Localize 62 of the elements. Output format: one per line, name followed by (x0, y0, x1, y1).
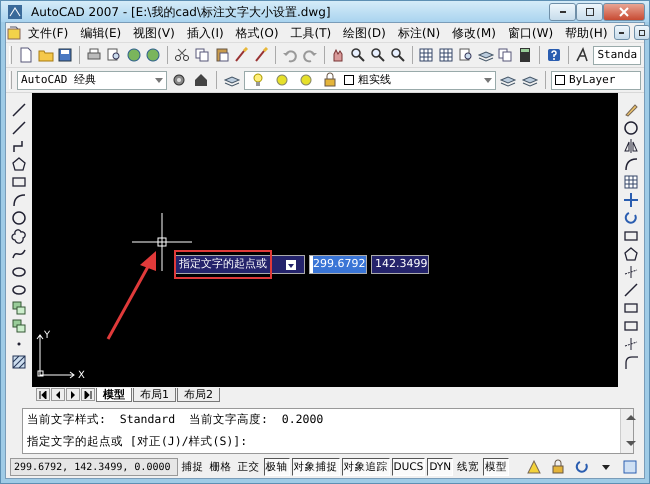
menu-item[interactable]: 编辑(E) (74, 24, 128, 42)
close-icon (619, 6, 629, 16)
command-line-text: 当前文字样式: Standard 当前文字高度: 0.2000 (27, 411, 324, 428)
color-swatch (344, 75, 354, 85)
first-icon (39, 390, 47, 398)
command-line-text: 指定文字的起点或 [对正(J)/样式(S)]: (27, 433, 248, 450)
status-toggle[interactable]: 极轴 (264, 458, 290, 476)
status-toggle[interactable]: 线宽 (455, 458, 482, 476)
minimize-button[interactable] (549, 2, 576, 20)
dropdown-caret-icon (484, 78, 492, 82)
status-toggle[interactable]: DUCS (392, 458, 426, 476)
layout-tab[interactable]: 布局2 (177, 388, 220, 402)
text-style-dropdown[interactable]: Standa (593, 46, 642, 64)
color-dropdown[interactable]: ByLayer (551, 70, 641, 90)
x-coordinate-field[interactable]: 299.6792 (309, 255, 367, 274)
menu-item[interactable]: 帮助(H) (559, 24, 614, 42)
maximize-button[interactable] (576, 2, 603, 20)
previous-icon (56, 390, 60, 398)
minimize-button[interactable] (614, 25, 630, 40)
maximize-icon (586, 8, 594, 16)
menu-item[interactable]: 工具(T) (284, 24, 338, 42)
coordinates-display: 299.6792, 142.3499, 0.0000 (10, 458, 178, 476)
status-toggle[interactable]: 正交 (236, 458, 262, 476)
axis-label: X (78, 369, 85, 383)
menu-item[interactable]: 窗口(W) (502, 24, 560, 42)
layer-dropdown[interactable]: 粗实线 (244, 70, 496, 90)
close-button[interactable] (603, 2, 645, 20)
menu-item[interactable]: 插入(I) (180, 24, 230, 42)
status-toggle[interactable]: DYN (427, 458, 454, 476)
first-page-button[interactable] (36, 388, 50, 401)
menu-item[interactable]: 修改(M) (446, 24, 502, 42)
dropdown-caret-icon (155, 78, 163, 82)
status-toggle[interactable]: 模型 (483, 458, 510, 476)
status-toggle[interactable]: 对象追踪 (342, 458, 390, 476)
previous-page-button[interactable] (51, 388, 65, 401)
cloud-icon[interactable] (9, 227, 29, 244)
window-title: AutoCAD 2007 - [E:\我的cad\标注文字大小设置.dwg] (31, 4, 332, 20)
status-toggle[interactable]: 捕捉 (180, 458, 206, 476)
minimize-icon (560, 10, 566, 12)
status-toggle[interactable]: 对象捕捉 (292, 458, 340, 476)
workspace-dropdown[interactable]: AutoCAD 经典 (17, 70, 167, 90)
menu-item[interactable]: 标注(N) (392, 24, 446, 42)
layout-tab[interactable]: 模型 (96, 388, 132, 402)
menu-item[interactable]: 视图(V) (127, 24, 181, 42)
menu-item[interactable]: 格式(O) (230, 24, 285, 42)
status-toggle[interactable]: 栅格 (208, 458, 234, 476)
restore-icon (638, 30, 645, 36)
color-swatch (555, 75, 565, 85)
next-icon (71, 390, 75, 398)
last-page-button[interactable] (81, 388, 95, 401)
y-coordinate-field[interactable]: 142.3499 (371, 255, 429, 274)
menu-item[interactable]: 绘图(D) (337, 24, 392, 42)
layout-tab[interactable]: 布局1 (133, 388, 176, 402)
crosshair-cursor (132, 213, 192, 271)
drawing-canvas[interactable]: Y X 指定文字的起点或 299.6792 142.3499 (32, 93, 618, 387)
last-icon (84, 390, 92, 398)
menu-item[interactable]: 文件(F) (22, 24, 74, 42)
next-page-button[interactable] (66, 388, 80, 401)
restore-button[interactable] (634, 25, 650, 40)
minimize-icon (619, 32, 624, 34)
axis-label: Y (44, 329, 50, 343)
move-icon[interactable] (621, 191, 641, 208)
